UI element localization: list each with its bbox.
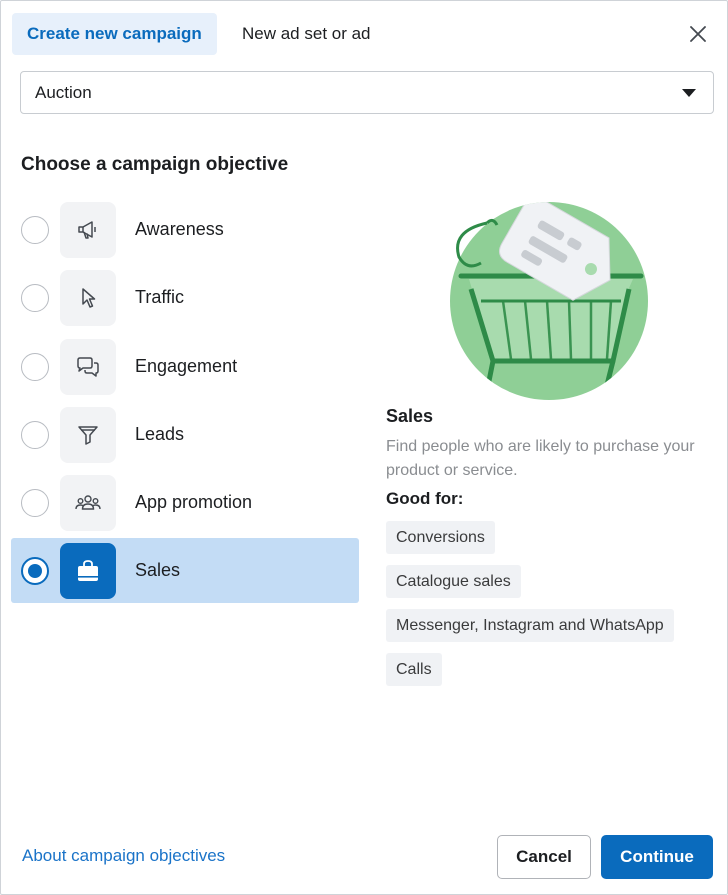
objective-engagement[interactable]: Engagement <box>11 334 359 399</box>
close-icon <box>690 26 706 42</box>
buying-type-value: Auction <box>35 82 92 102</box>
people-group-icon <box>75 495 101 510</box>
radio-leads[interactable] <box>21 421 49 449</box>
objective-icon-tile <box>60 475 116 531</box>
cancel-button[interactable]: Cancel <box>497 835 591 879</box>
tab-new-ad-set-or-ad[interactable]: New ad set or ad <box>227 13 386 55</box>
tab-create-new-campaign[interactable]: Create new campaign <box>12 13 217 55</box>
objective-sales[interactable]: Sales <box>11 538 359 603</box>
radio-awareness[interactable] <box>21 216 49 244</box>
objective-label: Sales <box>135 560 181 580</box>
section-title: Choose a campaign objective <box>21 154 289 175</box>
radio-app-promotion[interactable] <box>21 489 49 517</box>
continue-button[interactable]: Continue <box>601 835 713 879</box>
objective-icon-tile <box>60 543 116 599</box>
objective-label: Awareness <box>135 219 224 239</box>
objective-label: App promotion <box>135 492 253 512</box>
objective-icon-tile <box>60 270 116 326</box>
good-for-chip: Catalogue sales <box>386 565 521 598</box>
objective-label: Engagement <box>135 356 238 376</box>
shopping-cart-illustration <box>450 202 648 400</box>
buying-type-select[interactable]: Auction <box>20 71 714 114</box>
objective-awareness[interactable]: Awareness <box>11 197 359 262</box>
about-campaign-objectives-link[interactable]: About campaign objectives <box>22 846 225 866</box>
radio-engagement[interactable] <box>21 353 49 381</box>
objective-icon-tile <box>60 407 116 463</box>
objective-icon-tile <box>60 339 116 395</box>
objective-app-promotion[interactable]: App promotion <box>11 470 359 535</box>
objective-label: Leads <box>135 424 185 444</box>
chat-bubbles-icon <box>77 357 99 377</box>
objective-detail-title: Sales <box>386 406 434 426</box>
funnel-icon <box>78 426 98 445</box>
caret-down-icon <box>682 89 696 97</box>
objective-detail-description: Find people who are likely to purchase y… <box>386 438 695 479</box>
objective-icon-tile <box>60 202 116 258</box>
close-button[interactable] <box>683 19 713 49</box>
radio-sales[interactable] <box>21 557 49 585</box>
good-for-chip: Messenger, Instagram and WhatsApp <box>386 609 674 642</box>
good-for-chip: Calls <box>386 653 442 686</box>
objective-traffic[interactable]: Traffic <box>11 265 359 330</box>
good-for-heading: Good for: <box>386 489 464 508</box>
radio-traffic[interactable] <box>21 284 49 312</box>
megaphone-icon <box>78 221 96 239</box>
create-campaign-dialog: Create new campaign New ad set or ad Auc… <box>0 0 728 895</box>
cursor-icon <box>82 288 96 308</box>
good-for-chip: Conversions <box>386 521 495 554</box>
objective-label: Traffic <box>135 287 185 307</box>
objective-leads[interactable]: Leads <box>11 402 359 467</box>
shopping-bag-icon <box>78 560 98 581</box>
